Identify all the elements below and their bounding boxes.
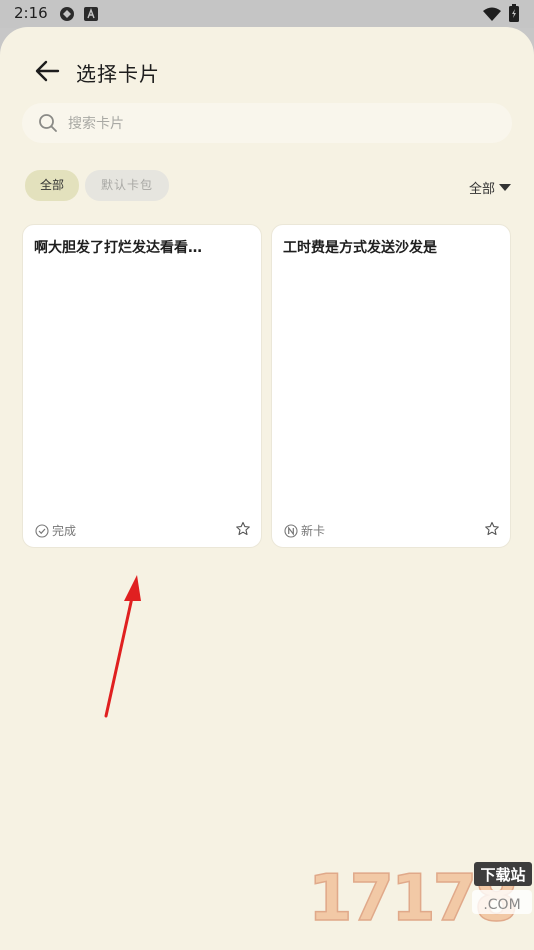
watermark-logo: 17178 .COM 下载站: [307, 860, 534, 937]
a-notification-icon: [84, 6, 98, 25]
watermark-badge: 下载站: [480, 866, 525, 884]
card-picker-sheet: 选择卡片 全部 默认卡包 全部 啊大胆发了打烂发达看看… 完成 工时费是方式发送…: [0, 27, 534, 950]
watermark-suffix: .COM: [483, 897, 520, 913]
wifi-icon: [483, 6, 501, 25]
status-time: 2:16: [14, 4, 48, 22]
battery-icon: [509, 4, 519, 26]
status-bar: 2:16: [0, 0, 534, 28]
annotation-arrow: [104, 575, 141, 718]
app-notification-icon: [58, 5, 76, 27]
